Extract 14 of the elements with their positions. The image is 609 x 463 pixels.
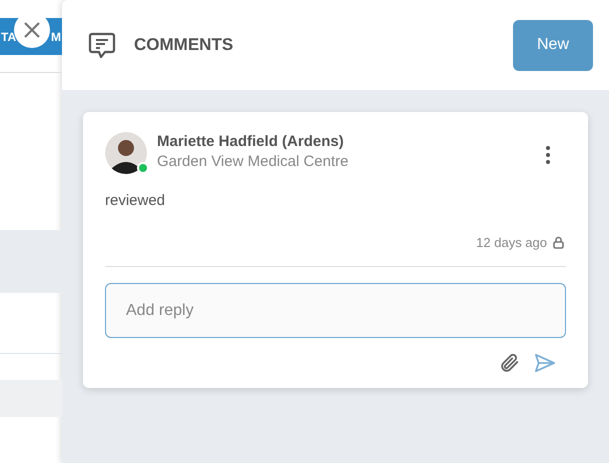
author-name: Mariette Hadfield (Ardens) xyxy=(157,132,345,152)
header-text: TA xyxy=(1,28,16,46)
comment-text: reviewed xyxy=(105,191,166,211)
new-button[interactable]: New xyxy=(513,20,593,70)
reply-field[interactable]: Add reply xyxy=(105,283,566,338)
more-options-button[interactable] xyxy=(544,144,552,166)
comment-time: 12 days ago xyxy=(476,234,547,252)
header-text: M xyxy=(51,28,61,46)
attachment-icon[interactable] xyxy=(498,352,520,374)
organisation-name: Garden View Medical Centre xyxy=(157,152,348,172)
panel-title: COMMENTS xyxy=(134,34,234,56)
close-icon xyxy=(22,20,42,40)
avatar-icon xyxy=(105,132,147,174)
comment-icon xyxy=(88,31,116,59)
